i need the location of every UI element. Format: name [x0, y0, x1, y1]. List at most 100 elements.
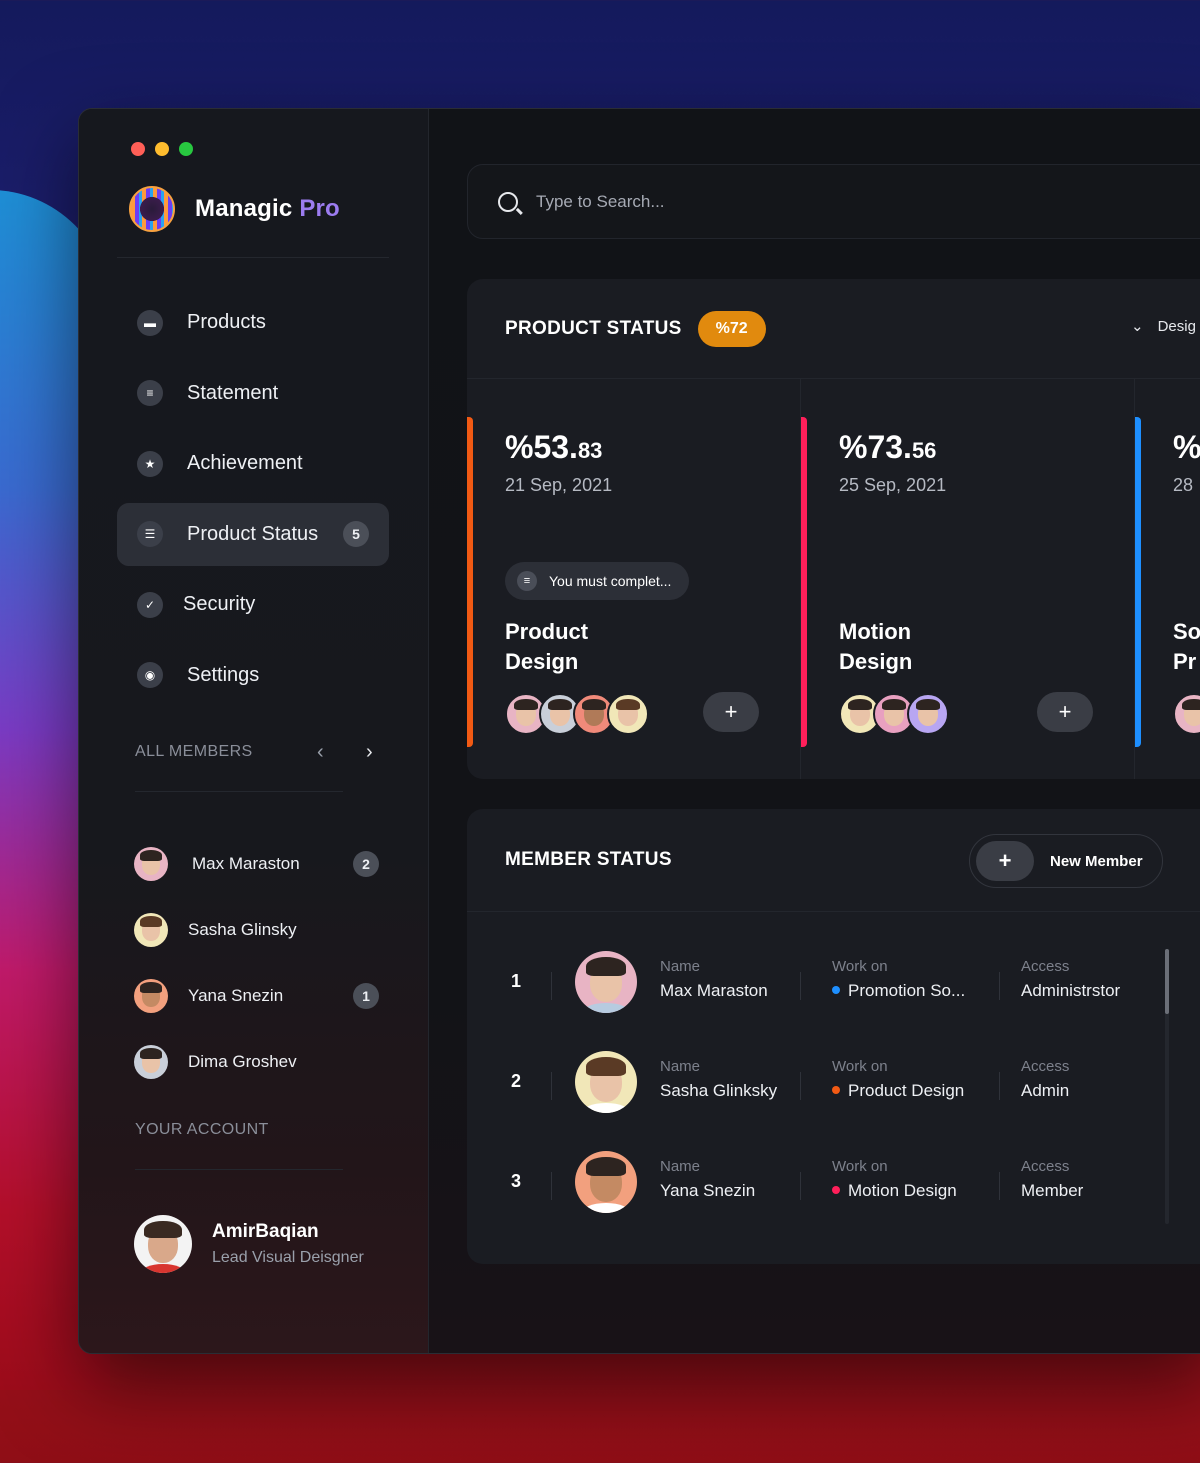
sidebar-item-products[interactable]: ▬ Products [117, 291, 389, 354]
search-bar: × [467, 164, 1200, 239]
search-icon [498, 191, 518, 212]
status-card-product-design[interactable]: %53.83 21 Sep, 2021 ≡ You must complet..… [467, 379, 801, 779]
status-dot [832, 1185, 840, 1194]
search-input[interactable] [536, 191, 1096, 212]
sidebar-item-label: Settings [187, 663, 260, 686]
count-badge: 2 [353, 851, 379, 877]
sidebar-item-product-status[interactable]: ☰ Product Status 5 [117, 502, 389, 566]
card-date: 28 [1173, 475, 1194, 495]
your-account-label: YOUR ACCOUNT [135, 1121, 269, 1138]
add-member-button[interactable]: + [703, 692, 759, 732]
sidebar-item-security[interactable]: ✓ Security [117, 573, 389, 636]
work-cell: Work on Promotion So... [832, 958, 966, 1000]
status-card-motion-design[interactable]: %73.56 25 Sep, 2021 Motion Design + [801, 379, 1135, 779]
divider [117, 257, 389, 258]
plus-icon: + [976, 841, 1034, 881]
app-window: Managic Pro ▬ Products ≡ Statement ★ Ach… [78, 108, 1200, 1354]
card-accent-bar [801, 417, 807, 747]
member-name: Sasha Glinsky [188, 920, 297, 939]
table-row[interactable]: 3 Name Yana Snezin Work on Motion Design [467, 1141, 1200, 1241]
sidebar-item-label: Achievement [187, 452, 303, 474]
divider [135, 791, 343, 792]
status-dot [832, 985, 840, 994]
sidebar: Managic Pro ▬ Products ≡ Statement ★ Ach… [79, 109, 429, 1353]
member-list: Max Maraston 2 Sasha Glinsky Yana Snezin… [134, 831, 379, 1095]
category-dropdown[interactable]: ⌄ Desig [1131, 317, 1196, 336]
new-member-button[interactable]: + New Member [969, 834, 1163, 888]
row-index: 1 [511, 971, 522, 991]
avatar [575, 1051, 637, 1113]
access-cell: Access Member [1021, 1158, 1084, 1200]
avatar [575, 951, 637, 1013]
gear-icon: ◉ [137, 662, 163, 688]
panel-title: PRODUCT STATUS [505, 317, 682, 339]
maximize-window-button[interactable] [179, 142, 193, 156]
list-item[interactable]: Yana Snezin 1 [134, 963, 379, 1029]
chevron-right-icon[interactable]: › [366, 741, 373, 764]
list-item[interactable]: Dima Groshev [134, 1029, 379, 1095]
checklist-icon: ☰ [137, 521, 163, 547]
divider [135, 1169, 343, 1170]
add-member-button[interactable]: + [1037, 692, 1093, 732]
avatar [907, 693, 949, 735]
avatar-stack [505, 693, 649, 735]
logo-globe-icon [129, 186, 175, 232]
avatar [134, 1045, 168, 1079]
status-dot [832, 1085, 840, 1094]
scrollbar[interactable] [1165, 949, 1169, 1224]
card-date: 25 Sep, 2021 [839, 475, 947, 495]
card-title: Motion Design [839, 619, 913, 674]
name-cell: Name Max Maraston [660, 958, 768, 1000]
dropdown-value: Desig [1157, 317, 1196, 335]
member-table: 1 Name Max Maraston Work on Promotion So… [467, 941, 1200, 1241]
app-name: Managic [195, 195, 293, 222]
table-row[interactable]: 2 Name Sasha Glinksky Work on Product De… [467, 1041, 1200, 1141]
sidebar-item-settings[interactable]: ◉ Settings [117, 644, 389, 707]
member-status-panel: MEMBER STATUS + New Member 1 Name Max Ma… [467, 809, 1200, 1264]
avatar [134, 847, 168, 881]
member-name: Yana Snezin [188, 986, 284, 1005]
avatar [607, 693, 649, 735]
panel-title: MEMBER STATUS [505, 849, 672, 870]
avatar [575, 1151, 637, 1213]
status-card-software[interactable]: %8 28 SoPr [1135, 379, 1200, 779]
minimize-window-button[interactable] [155, 142, 169, 156]
status-cards: %53.83 21 Sep, 2021 ≡ You must complet..… [467, 379, 1200, 779]
avatar [134, 979, 168, 1013]
chevron-left-icon[interactable]: ‹ [317, 741, 324, 764]
badge-icon: ★ [137, 450, 163, 477]
list-item[interactable]: Max Maraston 2 [134, 831, 379, 897]
check-circle-icon: ✓ [137, 591, 163, 618]
name-cell: Name Sasha Glinksky [660, 1058, 778, 1100]
close-window-button[interactable] [131, 142, 145, 156]
card-title: So Pr [1173, 619, 1200, 674]
product-status-panel: PRODUCT STATUS %72 ⌄ Desig %53.83 21 Sep… [467, 279, 1200, 779]
message-icon: ≡ [517, 571, 537, 591]
avatar-stack [839, 693, 949, 735]
card-percentage: %73.56 [839, 429, 937, 465]
member-name: Max Maraston [192, 854, 300, 873]
card-title: Product Design [505, 619, 589, 674]
main-content: × PRODUCT STATUS %72 ⌄ Desig %53.83 21 S… [429, 109, 1200, 1353]
account-card[interactable]: AmirBaqian Lead Visual Deisgner [134, 1215, 364, 1273]
app-logo: Managic Pro [129, 186, 340, 232]
list-item[interactable]: Sasha Glinsky [134, 897, 379, 963]
card-percentage: %8 [1173, 429, 1200, 465]
button-label: New Member [1050, 852, 1143, 870]
app-name-suffix: Pro [299, 195, 340, 222]
sidebar-item-statement[interactable]: ≡ Statement [117, 362, 389, 425]
sidebar-item-label: Security [183, 593, 256, 615]
card-date: 21 Sep, 2021 [505, 475, 613, 495]
card-percentage: %53.83 [505, 429, 603, 465]
account-role: Lead Visual Deisgner [212, 1249, 364, 1266]
sidebar-item-label: Statement [187, 381, 279, 404]
table-row[interactable]: 1 Name Max Maraston Work on Promotion So… [467, 941, 1200, 1041]
avatar [1173, 693, 1200, 735]
all-members-label: ALL MEMBERS [135, 743, 253, 760]
card-note[interactable]: ≡ You must complet... [505, 562, 690, 600]
row-index: 3 [511, 1171, 522, 1191]
access-cell: Access Administrstor [1021, 958, 1121, 1000]
sidebar-item-achievement[interactable]: ★ Achievement [117, 432, 389, 495]
name-cell: Name Yana Snezin [660, 1158, 756, 1200]
count-badge: 1 [353, 983, 379, 1009]
